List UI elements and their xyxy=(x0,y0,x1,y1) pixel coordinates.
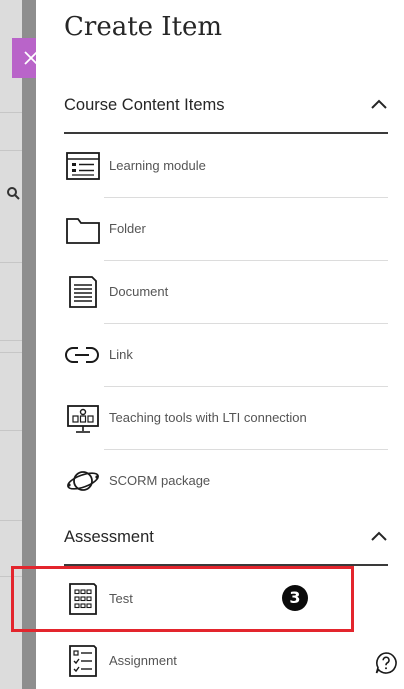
item-lti-tool[interactable]: Teaching tools with LTI connection xyxy=(64,387,388,449)
item-folder[interactable]: Folder xyxy=(64,198,388,260)
scorm-package-icon xyxy=(67,471,99,491)
item-assignment[interactable]: Assignment xyxy=(64,630,388,689)
panel-title: Create Item xyxy=(64,12,223,42)
section-label: Course Content Items xyxy=(64,96,225,114)
help-icon[interactable] xyxy=(374,651,398,675)
item-label: Learning module xyxy=(109,158,206,173)
assignment-icon xyxy=(69,645,97,677)
document-icon xyxy=(69,276,97,308)
folder-icon xyxy=(66,218,100,244)
link-icon xyxy=(65,347,99,363)
learning-module-icon xyxy=(66,152,100,180)
item-scorm-package[interactable]: SCORM package xyxy=(64,450,388,512)
item-link[interactable]: Link xyxy=(64,324,388,386)
search-icon xyxy=(7,187,20,200)
item-label: SCORM package xyxy=(109,473,211,488)
item-label: Link xyxy=(109,347,133,362)
section-course-content-items[interactable]: Course Content Items xyxy=(64,88,388,126)
item-learning-module[interactable]: Learning module xyxy=(64,135,388,197)
section-label: Assessment xyxy=(64,528,154,546)
step-number-badge: 3 xyxy=(282,585,308,611)
item-document[interactable]: Document xyxy=(64,261,388,323)
item-label: Assignment xyxy=(109,653,177,668)
item-label: Folder xyxy=(109,221,146,236)
item-label: Teaching tools with LTI connection xyxy=(109,410,307,425)
chevron-up-icon[interactable] xyxy=(370,98,388,110)
lti-tool-icon xyxy=(67,405,99,433)
chevron-up-icon[interactable] xyxy=(370,530,388,542)
section-assessment[interactable]: Assessment xyxy=(64,520,388,558)
item-label: Document xyxy=(109,284,169,299)
section-divider xyxy=(64,132,388,134)
